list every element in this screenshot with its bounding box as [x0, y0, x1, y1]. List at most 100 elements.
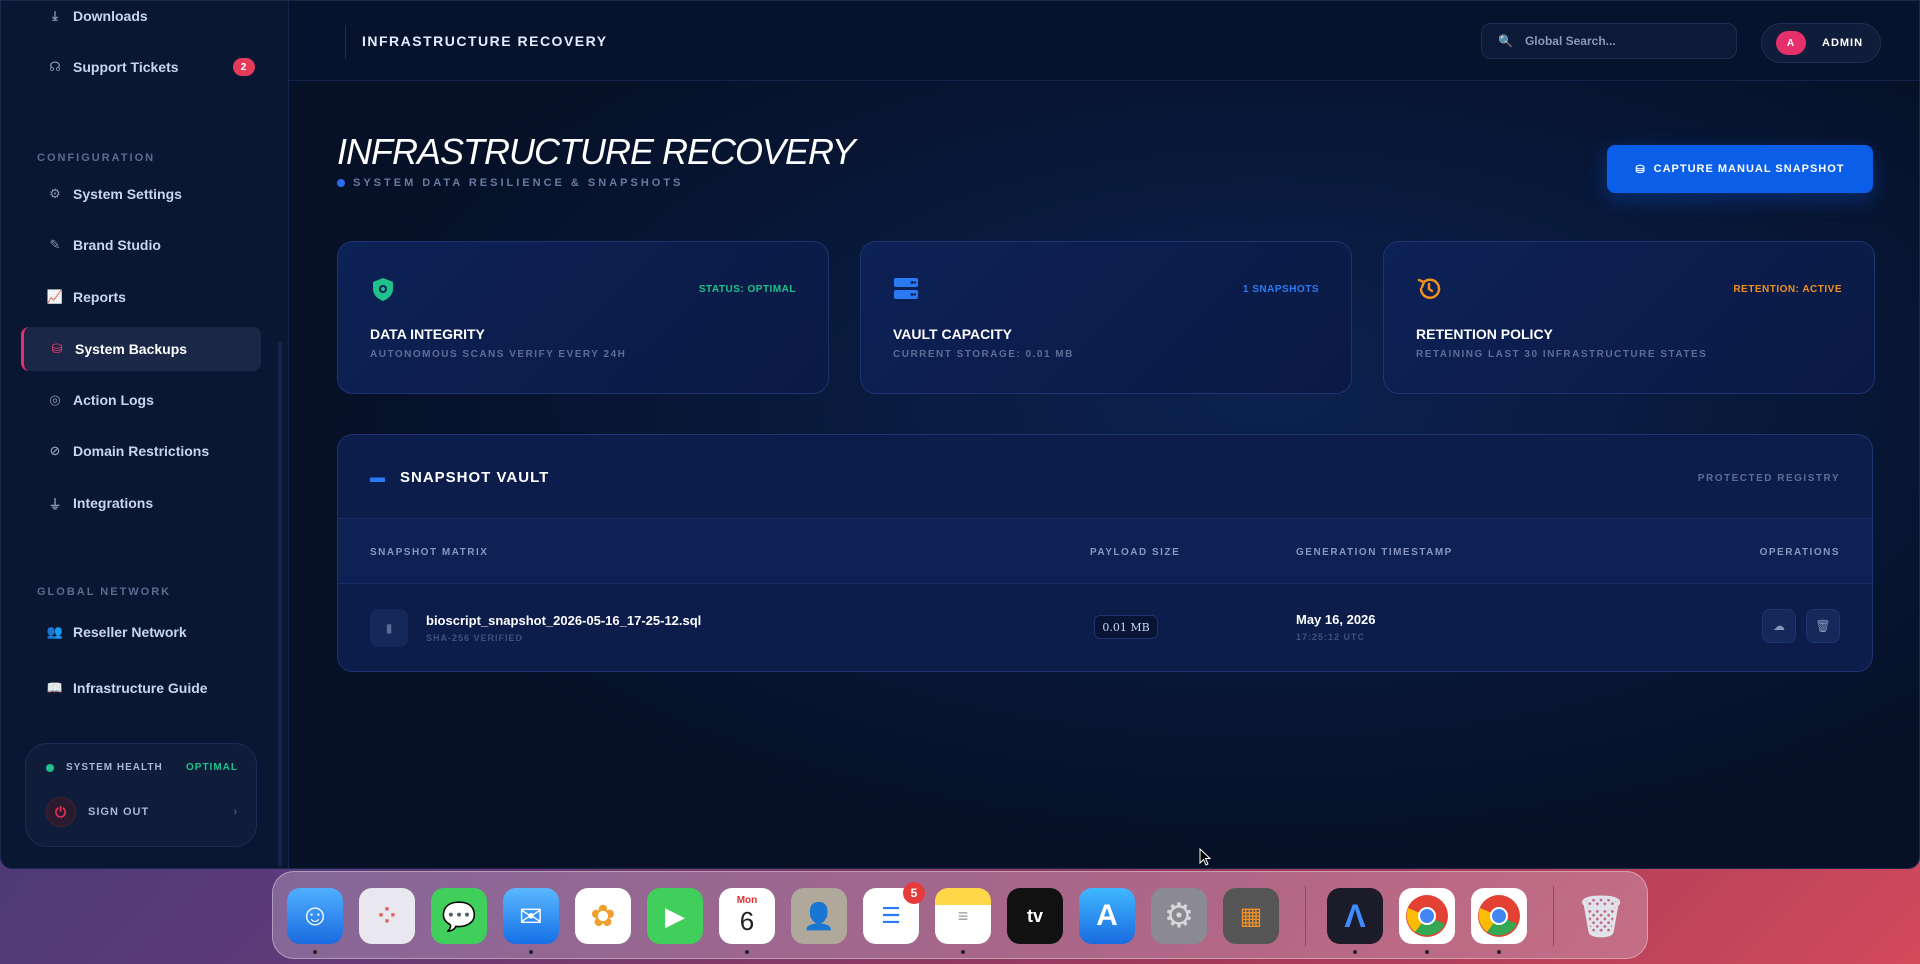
app-store-icon: A	[1096, 899, 1118, 932]
sidebar-item-label: Support Tickets	[73, 59, 179, 75]
sidebar-item-action-logs[interactable]: ◎ Action Logs	[21, 378, 261, 422]
capture-snapshot-label: CAPTURE MANUAL SNAPSHOT	[1653, 163, 1845, 175]
system-health-row: SYSTEM HEALTH OPTIMAL	[46, 762, 238, 773]
photos-icon: ✿	[590, 899, 616, 933]
column-header-operations: OPERATIONS	[1759, 547, 1840, 558]
sidebar-item-integrations[interactable]: ⏚ Integrations	[21, 481, 261, 525]
dock-photos[interactable]: ✿	[575, 888, 631, 944]
sidebar-item-system-settings[interactable]: ⚙ System Settings	[21, 172, 261, 216]
sidebar-item-label: System Backups	[75, 341, 188, 357]
dock-notes[interactable]: ≡	[935, 888, 991, 944]
sidebar-scrollbar[interactable]	[278, 341, 282, 866]
plug-icon: ⏚	[48, 496, 62, 512]
card-subtitle: RETAINING LAST 30 INFRASTRUCTURE STATES	[1416, 349, 1708, 360]
sidebar-item-reseller-network[interactable]: 👥 Reseller Network	[21, 610, 261, 654]
gear-icon: ⚙	[1163, 897, 1195, 935]
sidebar-item-brand-studio[interactable]: ✎ Brand Studio	[21, 223, 261, 267]
dock-finder[interactable]: ☺	[287, 888, 343, 944]
running-indicator	[529, 950, 533, 954]
download-snapshot-button[interactable]: ☁	[1762, 609, 1796, 643]
launchpad-icon: ⁘	[377, 903, 397, 928]
running-indicator	[961, 950, 965, 954]
archive-icon: ▬	[370, 469, 386, 486]
trash-icon: 🗑	[1575, 894, 1627, 939]
calculator-icon: ▦	[1239, 902, 1263, 930]
fingerprint-icon: ◎	[49, 392, 61, 407]
mail-icon: ✉	[519, 900, 543, 932]
sidebar: ⤓ Downloads ☊ Support Tickets 2 CONFIGUR…	[1, 1, 289, 868]
headset-icon: ☊	[49, 59, 61, 74]
main-content: INFRASTRUCTURE RECOVERY SYSTEM DATA RESI…	[289, 81, 1919, 868]
dock-calculator[interactable]: ▦	[1223, 888, 1279, 944]
sidebar-item-label: Domain Restrictions	[73, 443, 210, 459]
notes-icon: ≡	[957, 905, 969, 926]
global-search[interactable]: 🔍	[1481, 23, 1737, 59]
gear-icon: ⚙	[49, 186, 61, 201]
book-icon: 📖	[46, 680, 64, 695]
sidebar-item-domain-restrictions[interactable]: ⊘ Domain Restrictions	[21, 429, 261, 473]
column-header-snapshot-matrix: SNAPSHOT MATRIX	[370, 547, 489, 558]
mouse-cursor-icon	[1199, 848, 1211, 866]
page-subtitle: SYSTEM DATA RESILIENCE & SNAPSHOTS	[337, 177, 683, 189]
user-label: ADMIN	[1822, 37, 1864, 49]
snapshot-filename: bioscript_snapshot_2026-05-16_17-25-12.s…	[426, 613, 702, 628]
user-menu[interactable]: A ADMIN	[1761, 23, 1881, 63]
vault-header: ▬ SNAPSHOT VAULT PROTECTED REGISTRY	[338, 435, 1872, 519]
sidebar-item-infrastructure-guide[interactable]: 📖 Infrastructure Guide	[21, 666, 261, 710]
dock-messages[interactable]: 💬	[431, 888, 487, 944]
dock-tv[interactable]: tv	[1007, 888, 1063, 944]
search-input[interactable]	[1524, 34, 1725, 48]
sidebar-item-label: Integrations	[73, 495, 154, 511]
table-header: SNAPSHOT MATRIX PAYLOAD SIZE GENERATION …	[338, 519, 1872, 584]
power-icon: ⏻	[46, 797, 76, 827]
dock-system-settings[interactable]: ⚙	[1151, 888, 1207, 944]
dock-separator	[1553, 886, 1554, 946]
search-icon: 🔍	[1498, 34, 1513, 48]
card-vault-capacity: 1 SNAPSHOTS VAULT CAPACITY CURRENT STORA…	[860, 241, 1352, 394]
snapshot-vault: ▬ SNAPSHOT VAULT PROTECTED REGISTRY SNAP…	[337, 434, 1873, 672]
dock-reminders[interactable]: ☰ 5	[863, 882, 925, 944]
table-row: ▮ bioscript_snapshot_2026-05-16_17-25-12…	[338, 584, 1872, 671]
dock-contacts[interactable]: 👤	[791, 888, 847, 944]
ban-icon: ⊘	[49, 443, 61, 458]
sign-out-button[interactable]: ⏻ SIGN OUT ›	[46, 796, 238, 828]
sidebar-item-system-backups[interactable]: ⛁ System Backups	[21, 327, 261, 371]
capture-snapshot-button[interactable]: ⛁ CAPTURE MANUAL SNAPSHOT	[1607, 145, 1873, 193]
sidebar-item-downloads[interactable]: ⤓ Downloads	[21, 1, 261, 38]
dock-trash[interactable]: 🗑	[1573, 888, 1629, 944]
column-header-timestamp: GENERATION TIMESTAMP	[1296, 547, 1453, 558]
snapshot-time: 17:25:12 UTC	[1296, 632, 1366, 642]
apple-tv-icon: tv	[1026, 905, 1043, 926]
sidebar-item-label: Action Logs	[73, 392, 154, 408]
sidebar-item-reports[interactable]: 📈 Reports	[21, 275, 261, 319]
vault-title-text: SNAPSHOT VAULT	[400, 469, 550, 486]
sidebar-item-label: Reports	[73, 289, 126, 305]
vault-title: ▬ SNAPSHOT VAULT	[370, 469, 549, 486]
chart-line-icon: 📈	[46, 289, 64, 304]
dock-facetime[interactable]: ▶	[647, 888, 703, 944]
avatar: A	[1776, 31, 1806, 55]
dock-chrome[interactable]	[1399, 888, 1455, 944]
card-title: RETENTION POLICY	[1416, 326, 1553, 342]
dock-app-store[interactable]: A	[1079, 888, 1135, 944]
facetime-icon: ▶	[665, 900, 685, 931]
dock-mail[interactable]: ✉	[503, 888, 559, 944]
dock-calendar[interactable]: Mon 6	[719, 888, 775, 944]
download-icon: ⤓	[52, 8, 58, 23]
sidebar-item-support-tickets[interactable]: ☊ Support Tickets 2	[21, 45, 261, 89]
dock-chrome-2[interactable]	[1471, 888, 1527, 944]
card-title: VAULT CAPACITY	[893, 326, 1012, 342]
dock-launchpad[interactable]: ⁘	[359, 888, 415, 944]
trash-icon: 🗑	[1815, 619, 1831, 633]
chevron-right-icon: ›	[233, 806, 238, 818]
database-icon: ⛁	[51, 341, 63, 356]
dock-arc[interactable]: Λ	[1327, 888, 1383, 944]
history-icon	[1417, 278, 1441, 299]
dock-separator	[1305, 886, 1306, 946]
system-health-card: SYSTEM HEALTH OPTIMAL ⏻ SIGN OUT ›	[25, 743, 257, 847]
sidebar-item-label: Reseller Network	[73, 624, 187, 640]
payload-size: 0.01 MB	[1094, 615, 1158, 639]
running-indicator	[1497, 950, 1501, 954]
delete-snapshot-button[interactable]: 🗑	[1806, 609, 1840, 643]
running-indicator	[1353, 950, 1357, 954]
